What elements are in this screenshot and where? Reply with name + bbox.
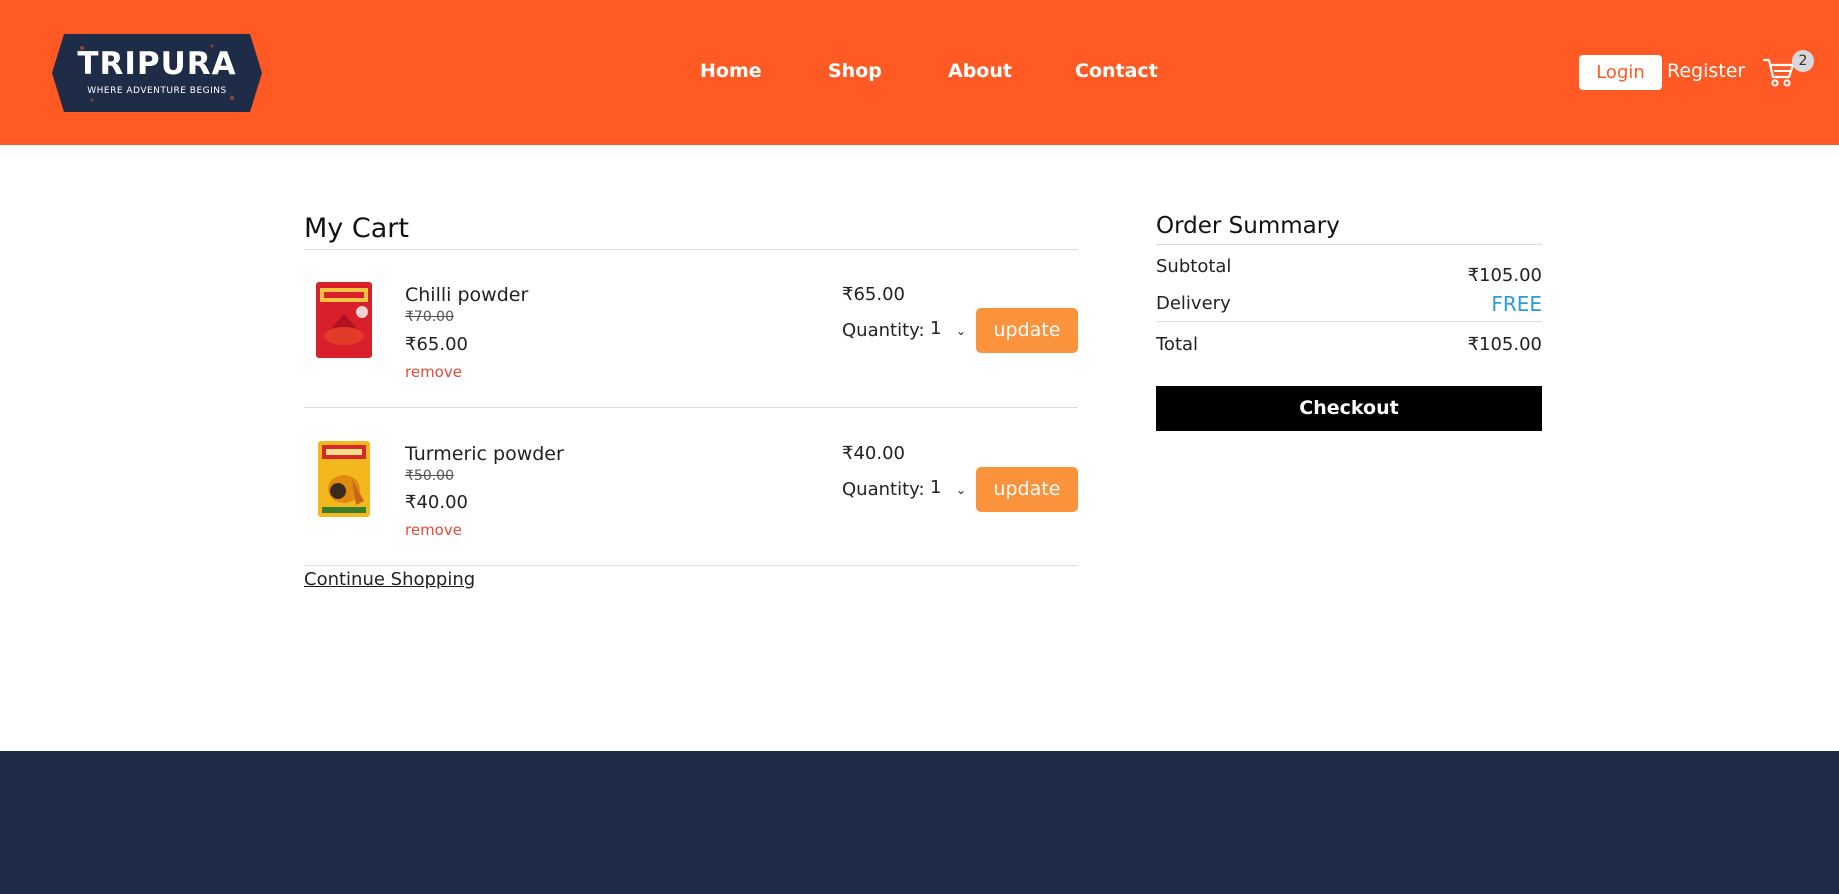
quantity-value: 1	[930, 477, 942, 498]
cart-divider-top	[304, 249, 1078, 250]
item-line-total: ₹40.00	[842, 443, 905, 464]
cart-title: My Cart	[304, 213, 409, 244]
item-name[interactable]: Turmeric powder	[405, 443, 564, 465]
quantity-select[interactable]: 1 ⌄	[928, 477, 970, 503]
chevron-down-icon: ⌄	[956, 324, 967, 338]
quantity-value: 1	[930, 318, 942, 339]
total-value: ₹105.00	[1467, 334, 1542, 355]
remove-item-link[interactable]: remove	[405, 521, 462, 539]
update-button[interactable]: update	[976, 467, 1078, 512]
checkout-button[interactable]: Checkout	[1156, 386, 1542, 431]
quantity-select[interactable]: 1 ⌄	[928, 318, 970, 344]
update-button[interactable]: update	[976, 308, 1078, 353]
nav-shop[interactable]: Shop	[828, 60, 882, 82]
order-summary-title: Order Summary	[1156, 213, 1340, 239]
item-price: ₹40.00	[405, 492, 468, 513]
item-original-price: ₹70.00	[405, 309, 454, 325]
summary-divider	[1156, 321, 1542, 322]
logo-title: TRIPURA	[77, 46, 237, 82]
login-button[interactable]: Login	[1579, 55, 1662, 90]
delivery-label: Delivery	[1156, 293, 1231, 314]
tripura-logo[interactable]: TRIPURA WHERE ADVENTURE BEGINS	[52, 28, 262, 118]
register-link[interactable]: Register	[1667, 60, 1745, 82]
turmeric-powder-image[interactable]	[316, 439, 372, 519]
nav-about[interactable]: About	[948, 60, 1012, 82]
cart-divider-bottom	[304, 565, 1078, 566]
summary-divider-top	[1156, 244, 1542, 245]
chilli-powder-image[interactable]	[314, 280, 374, 360]
logo-tagline: WHERE ADVENTURE BEGINS	[87, 86, 227, 96]
quantity-label: Quantity:	[842, 320, 925, 341]
item-line-total: ₹65.00	[842, 284, 905, 305]
item-name[interactable]: Chilli powder	[405, 284, 528, 306]
remove-item-link[interactable]: remove	[405, 363, 462, 381]
subtotal-value: ₹105.00	[1467, 265, 1542, 286]
delivery-value: FREE	[1491, 292, 1542, 316]
cart-icon[interactable]	[1762, 56, 1796, 88]
item-price: ₹65.00	[405, 334, 468, 355]
site-header: TRIPURA WHERE ADVENTURE BEGINS Home Shop…	[0, 0, 1839, 145]
continue-shopping-link[interactable]: Continue Shopping	[304, 569, 475, 590]
site-footer	[0, 751, 1839, 894]
item-original-price: ₹50.00	[405, 468, 454, 484]
cart-count-badge: 2	[1792, 50, 1814, 72]
nav-contact[interactable]: Contact	[1075, 60, 1158, 82]
subtotal-label: Subtotal	[1156, 256, 1232, 277]
total-label: Total	[1156, 334, 1199, 355]
quantity-label: Quantity:	[842, 479, 925, 500]
cart-item-divider	[304, 407, 1078, 408]
chevron-down-icon: ⌄	[956, 483, 967, 497]
nav-home[interactable]: Home	[700, 60, 762, 82]
